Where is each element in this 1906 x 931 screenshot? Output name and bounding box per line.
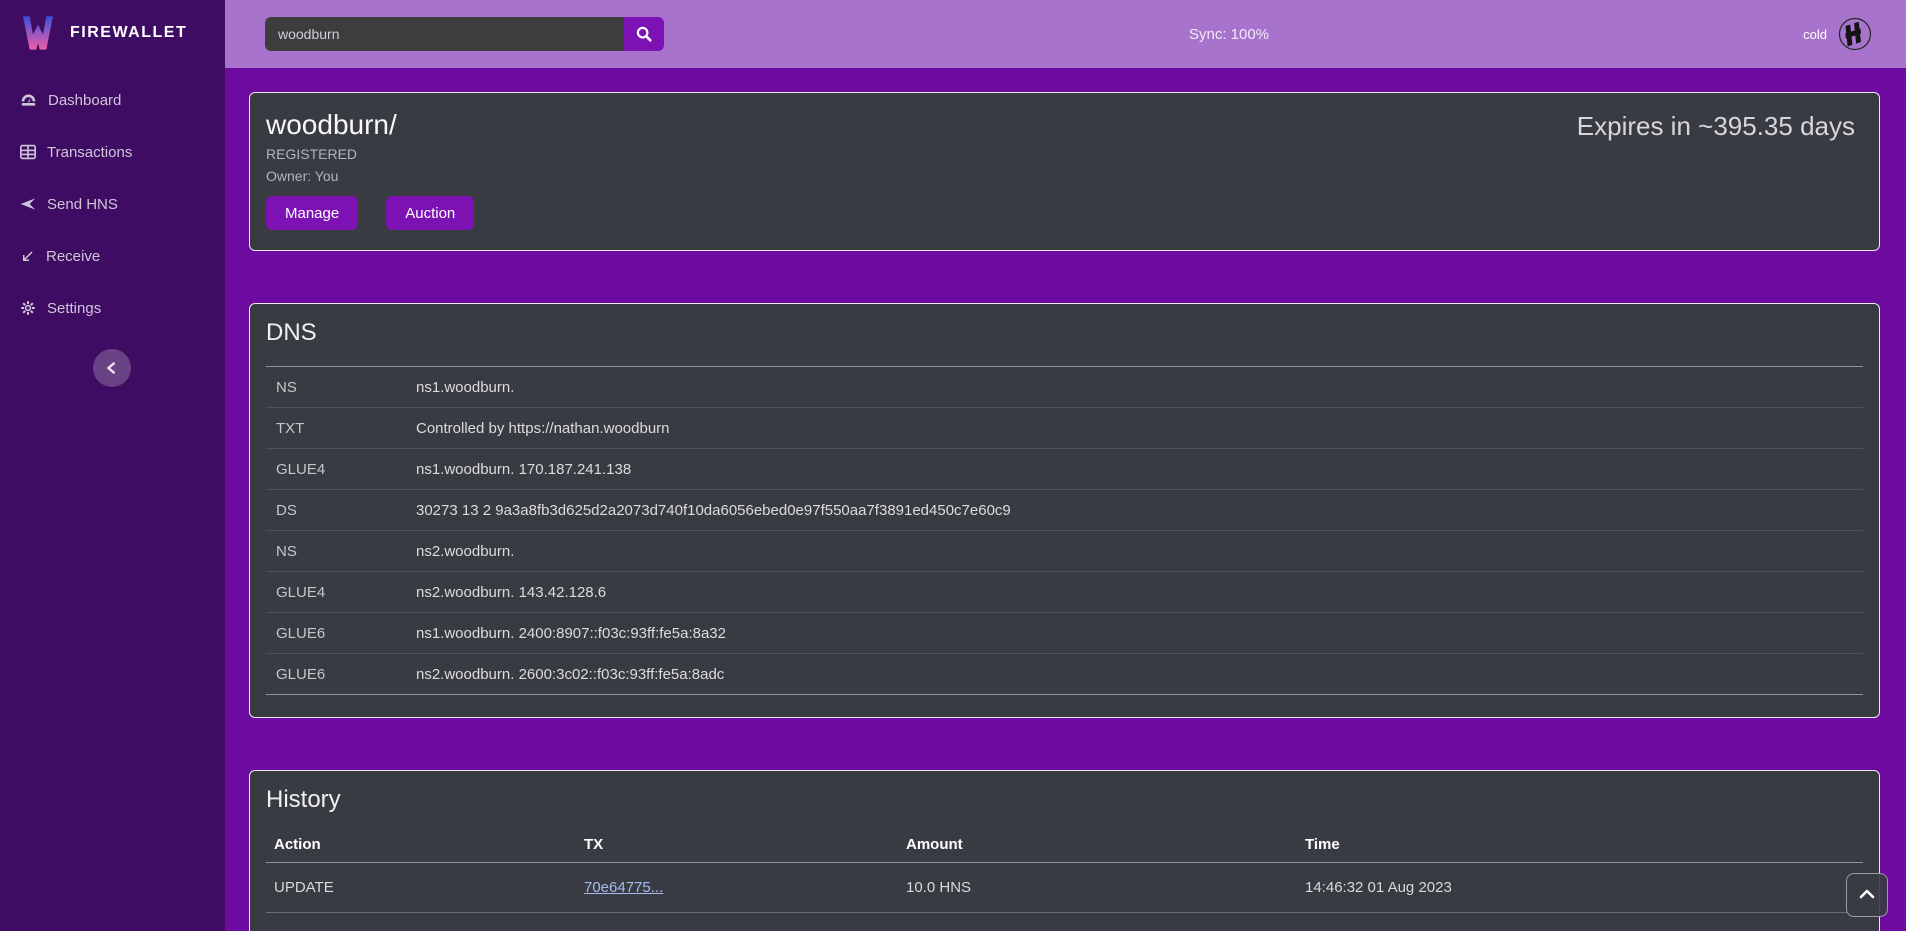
domain-actions: Manage Auction (266, 196, 1863, 230)
search-bar (265, 17, 664, 51)
receive-arrow-icon (20, 249, 35, 264)
dns-record-value: Controlled by https://nathan.woodburn (416, 420, 670, 437)
domain-expiry: Expires in ~395.35 days (1577, 111, 1855, 142)
sidebar: FIREWALLET Dashboard Transactions Se (0, 0, 225, 931)
sidebar-item-send-hns[interactable]: Send HNS (0, 178, 225, 230)
sidebar-item-transactions[interactable]: Transactions (0, 126, 225, 178)
manage-button[interactable]: Manage (266, 196, 358, 230)
dns-record-type: NS (276, 543, 416, 560)
history-card: History Action TX Amount Time UPDATE 70e… (249, 770, 1880, 931)
transactions-table-icon (20, 144, 36, 160)
history-header-tx: TX (584, 836, 906, 853)
history-row: UPDATE 70e64775... 10.0 HNS 14:46:32 01 … (266, 863, 1863, 913)
history-header-time: Time (1305, 836, 1863, 853)
sidebar-item-label: Settings (47, 300, 101, 317)
chevron-up-icon (1856, 884, 1878, 906)
sidebar-collapse-button[interactable] (93, 349, 131, 387)
topbar: Sync: 100% cold (225, 0, 1906, 68)
domain-owner: Owner: You (266, 165, 1863, 187)
sidebar-item-label: Send HNS (47, 196, 118, 213)
sidebar-item-dashboard[interactable]: Dashboard (0, 74, 225, 126)
dashboard-icon (20, 92, 37, 109)
search-input[interactable] (265, 17, 624, 51)
dns-record-row: GLUE4 ns2.woodburn. 143.42.128.6 (266, 572, 1863, 613)
dns-record-type: TXT (276, 420, 416, 437)
dns-record-value: ns1.woodburn. 170.187.241.138 (416, 461, 631, 478)
auction-button[interactable]: Auction (386, 196, 474, 230)
search-button[interactable] (624, 17, 664, 51)
send-icon (20, 196, 36, 212)
dns-record-row: TXT Controlled by https://nathan.woodbur… (266, 408, 1863, 449)
history-header-action: Action (274, 836, 584, 853)
chevron-left-icon (102, 358, 122, 378)
dns-record-type: GLUE6 (276, 625, 416, 642)
wallet-selector[interactable]: cold (1803, 0, 1873, 68)
dns-record-row: GLUE6 ns2.woodburn. 2600:3c02::f03c:93ff… (266, 654, 1863, 695)
sidebar-item-label: Transactions (47, 144, 132, 161)
dns-record-type: GLUE4 (276, 584, 416, 601)
wallet-name: cold (1803, 27, 1827, 42)
search-icon (635, 25, 653, 43)
dns-record-row: NS ns1.woodburn. (266, 367, 1863, 408)
dns-title: DNS (266, 318, 1863, 348)
sync-status: Sync: 100% (1189, 0, 1269, 68)
app-name: FIREWALLET (70, 24, 187, 42)
dns-record-value: ns2.woodburn. 143.42.128.6 (416, 584, 606, 601)
dns-table: NS ns1.woodburn. TXT Controlled by https… (266, 366, 1863, 695)
app-logo: FIREWALLET (0, 0, 225, 64)
dns-record-type: DS (276, 502, 416, 519)
history-header-row: Action TX Amount Time (266, 827, 1863, 863)
dns-record-value: ns1.woodburn. (416, 379, 514, 396)
gear-icon (20, 300, 36, 316)
dns-record-row: NS ns2.woodburn. (266, 531, 1863, 572)
dns-record-type: GLUE4 (276, 461, 416, 478)
dns-record-value: 30273 13 2 9a3a8fb3d625d2a2073d740f10da6… (416, 502, 1011, 519)
history-header-amount: Amount (906, 836, 1305, 853)
firewallet-logo-icon (18, 12, 58, 54)
sidebar-item-label: Receive (46, 248, 100, 265)
dns-card: DNS NS ns1.woodburn. TXT Controlled by h… (249, 303, 1880, 718)
domain-card: woodburn/ REGISTERED Owner: You Manage A… (249, 92, 1880, 251)
dns-record-value: ns2.woodburn. (416, 543, 514, 560)
dns-record-row: GLUE4 ns1.woodburn. 170.187.241.138 (266, 449, 1863, 490)
history-time: 14:46:32 01 Aug 2023 (1305, 879, 1863, 896)
handshake-hns-icon (1837, 16, 1873, 52)
domain-status: REGISTERED (266, 143, 1863, 165)
tx-link[interactable]: 70e64775... (584, 879, 663, 896)
sidebar-item-receive[interactable]: Receive (0, 230, 225, 282)
dns-record-value: ns1.woodburn. 2400:8907::f03c:93ff:fe5a:… (416, 625, 726, 642)
sidebar-item-settings[interactable]: Settings (0, 282, 225, 334)
dns-record-type: GLUE6 (276, 666, 416, 683)
dns-record-row: DS 30273 13 2 9a3a8fb3d625d2a2073d740f10… (266, 490, 1863, 531)
history-title: History (266, 785, 1863, 815)
main-content: woodburn/ REGISTERED Owner: You Manage A… (225, 68, 1906, 931)
dns-record-value: ns2.woodburn. 2600:3c02::f03c:93ff:fe5a:… (416, 666, 724, 683)
history-row: RENEW d73e2af1... 10.0 HNS 15:47:06 07 J… (266, 913, 1863, 931)
sidebar-item-label: Dashboard (48, 92, 121, 109)
scroll-to-top-button[interactable] (1846, 873, 1888, 917)
history-action: UPDATE (274, 879, 584, 896)
sidebar-nav: Dashboard Transactions Send HNS Receive (0, 74, 225, 334)
dns-record-row: GLUE6 ns1.woodburn. 2400:8907::f03c:93ff… (266, 613, 1863, 654)
history-amount: 10.0 HNS (906, 879, 1305, 896)
dns-record-type: NS (276, 379, 416, 396)
